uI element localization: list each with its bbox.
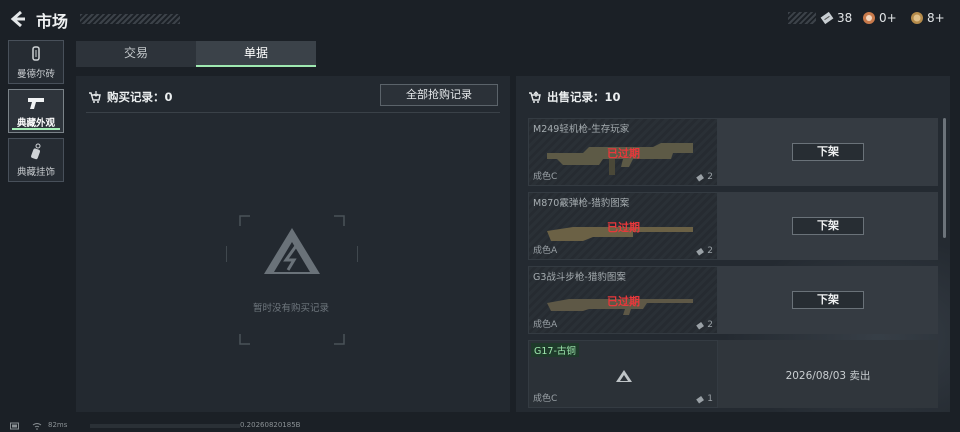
currency-emblem-value: 0+ [879, 11, 897, 25]
item-quantity: 2 [696, 246, 713, 256]
item-quantity: 2 [696, 320, 713, 330]
item-thumbnail[interactable]: M249轻机枪-生存玩家 已过期 成色C 2 [528, 118, 718, 186]
ticket-icon [696, 173, 705, 182]
back-arrow-icon[interactable] [8, 9, 28, 29]
item-quantity-value: 2 [707, 246, 713, 256]
sale-records-header: 出售记录：10 [528, 89, 621, 105]
expired-status: 已过期 [607, 147, 640, 160]
delist-button[interactable]: 下架 [792, 217, 864, 235]
item-thumbnail[interactable]: G17-古铜 成色C 1 [528, 340, 718, 408]
delist-button[interactable]: 下架 [792, 291, 864, 309]
tab-trade[interactable]: 交易 [76, 41, 196, 67]
sale-record: M870霰弹枪-猎豹图案 已过期 成色A 2 下架 [528, 192, 938, 260]
sale-record: G17-古铜 成色C 1 2026/08/03 卖出 [528, 340, 938, 408]
item-name: G17-古铜 [531, 343, 579, 357]
expired-status: 已过期 [607, 221, 640, 234]
item-quantity-value: 2 [707, 172, 713, 182]
wifi-icon [32, 423, 42, 430]
top-bar: 市场 38 0+ 8+ [0, 0, 960, 38]
item-condition: 成色C [533, 394, 558, 404]
sidebar-item-mandel-brick[interactable]: 曼德尔砖 [8, 40, 64, 84]
sale-records-title: 出售记录：10 [547, 90, 621, 104]
sale-records-panel: 出售记录：10 M249轻机枪-生存玩家 已过期 成色C 2 下架 M870霰弹… [516, 76, 950, 412]
sidebar-item-collection-skins[interactable]: 典藏外观 [8, 89, 64, 133]
ticket-icon [696, 247, 705, 256]
delist-button[interactable]: 下架 [792, 143, 864, 161]
build-bar [90, 424, 240, 428]
ticket-icon [696, 395, 705, 404]
build-version: 0.20260820185B [240, 421, 301, 429]
title-decoration [80, 14, 180, 24]
record-action-area: 下架 [718, 192, 938, 260]
item-thumbnail[interactable]: G3战斗步枪-猎豹图案 已过期 成色A 2 [528, 266, 718, 334]
sidebar-item-label: 典藏外观 [16, 118, 55, 129]
record-action-area: 2026/08/03 卖出 [718, 340, 938, 408]
cart-out-icon [529, 91, 541, 103]
item-quantity: 2 [696, 172, 713, 182]
item-quantity-value: 2 [707, 320, 713, 330]
pistol-icon [28, 98, 44, 109]
expired-status: 已过期 [607, 295, 640, 308]
market-tabs: 交易 单据 [76, 41, 316, 67]
sold-date: 2026/08/03 卖出 [785, 370, 871, 382]
sidebar-item-collection-charms[interactable]: 典藏挂饰 [8, 138, 64, 182]
purchase-records-title: 购买记录：0 [107, 90, 173, 104]
record-action-area: 下架 [718, 118, 938, 186]
cart-in-icon [89, 91, 101, 103]
sale-record: M249轻机枪-生存玩家 已过期 成色C 2 下架 [528, 118, 938, 186]
divider [86, 112, 500, 113]
bond-ticket-icon [820, 11, 834, 25]
currency-gold-value: 8+ [927, 11, 945, 25]
empty-placeholder-icon [226, 215, 358, 345]
gold-coin-icon [911, 12, 923, 24]
item-quantity-value: 1 [707, 394, 713, 404]
currency-decoration [788, 12, 816, 24]
sidebar-item-label: 曼德尔砖 [16, 69, 55, 80]
currency-bonds[interactable]: 38 [820, 11, 852, 25]
page-title: 市场 [36, 12, 69, 31]
purchase-records-header: 购买记录：0 [88, 89, 173, 105]
item-condition: 成色A [533, 246, 558, 256]
currency-emblem[interactable]: 0+ [862, 11, 897, 25]
ticket-icon [696, 321, 705, 330]
item-condition: 成色C [533, 172, 558, 182]
sale-records-scrollbar[interactable] [943, 118, 946, 238]
empty-message: 暂时没有购买记录 [252, 303, 329, 314]
purchase-records-panel: 购买记录：0 全部抢购记录 暂时没有购买记录 [76, 76, 510, 412]
tab-orders[interactable]: 单据 [196, 41, 316, 67]
status-bar: 82ms 0.20260820185B [0, 420, 960, 432]
battery-icon [10, 422, 19, 430]
all-rush-records-button[interactable]: 全部抢购记录 [380, 84, 498, 106]
record-action-area: 下架 [718, 266, 938, 334]
mandel-brick-icon [32, 46, 40, 61]
sale-record: G3战斗步枪-猎豹图案 已过期 成色A 2 下架 [528, 266, 938, 334]
item-thumbnail[interactable]: M870霰弹枪-猎豹图案 已过期 成色A 2 [528, 192, 718, 260]
currency-bonds-value: 38 [837, 11, 853, 25]
currency-gold[interactable]: 8+ [910, 11, 945, 25]
charm-icon [31, 143, 41, 160]
placeholder-logo-icon [616, 370, 632, 382]
item-quantity: 1 [696, 394, 713, 404]
item-condition: 成色A [533, 320, 558, 330]
ping-readout: 82ms [48, 421, 68, 429]
emblem-coin-icon [863, 12, 875, 24]
sidebar-item-label: 典藏挂饰 [16, 167, 55, 178]
